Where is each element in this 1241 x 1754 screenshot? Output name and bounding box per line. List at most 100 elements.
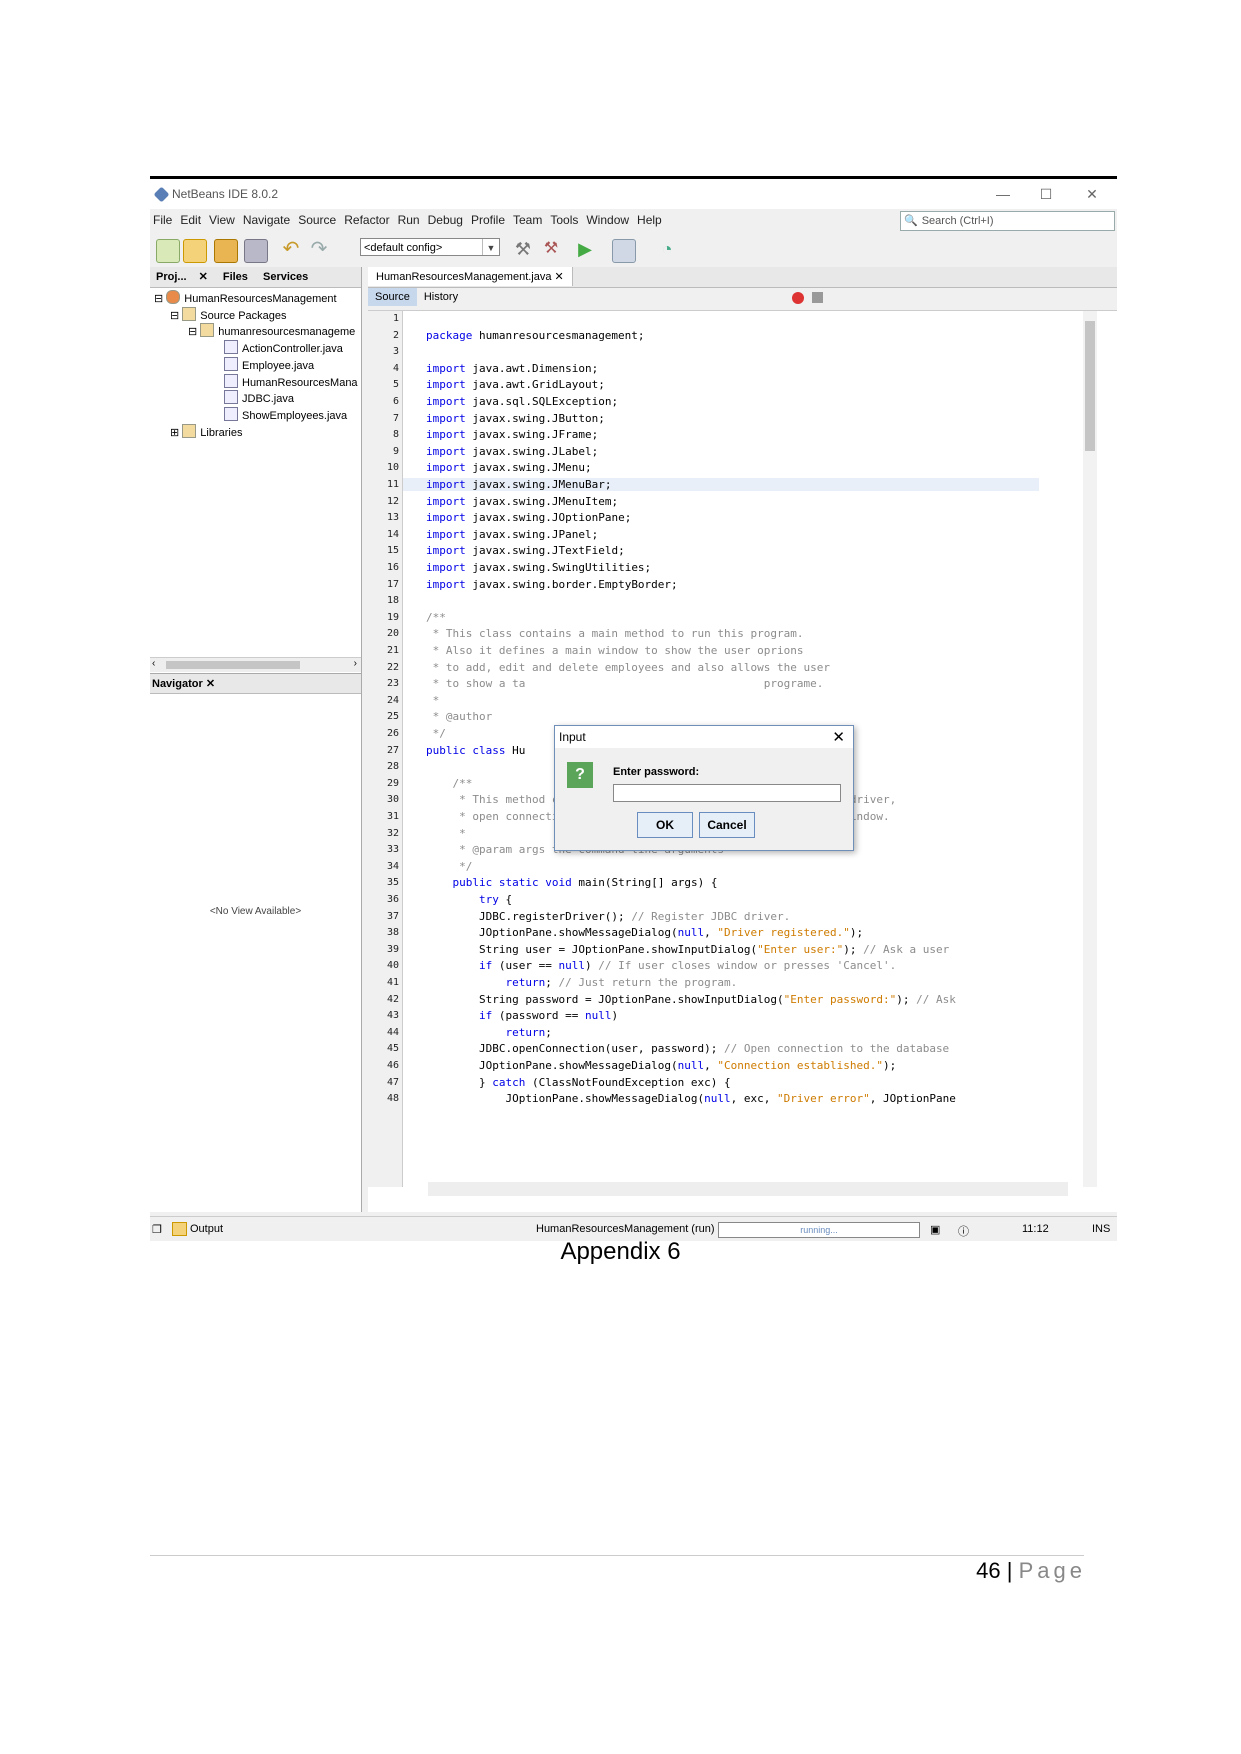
config-value: <default config> <box>364 242 443 254</box>
code-line: JOptionPane.showMessageDialog(null, "Dri… <box>426 926 864 940</box>
search-icon: 🔍 <box>904 215 918 227</box>
tree-file[interactable]: Employee.java <box>224 357 314 372</box>
menu-item[interactable]: File <box>150 209 177 227</box>
undo-icon[interactable]: ↶ <box>280 239 302 261</box>
cancel-button[interactable]: Cancel <box>699 812 755 838</box>
tab-files[interactable]: Files <box>217 268 254 286</box>
menu-item[interactable]: Team <box>510 209 547 227</box>
tree-file-label: ActionController.java <box>242 343 343 355</box>
line-number: 21 <box>386 645 399 656</box>
redo-icon[interactable]: ↷ <box>308 239 330 261</box>
code-line: import javax.swing.JTextField; <box>426 544 625 558</box>
menu-item[interactable]: Tools <box>547 209 583 227</box>
open-project-icon[interactable] <box>214 239 238 263</box>
menu-item[interactable]: Source <box>295 209 341 227</box>
build-icon[interactable]: ⚒ <box>512 239 534 261</box>
expand-icon[interactable]: ⊞ <box>170 427 179 439</box>
run-icon[interactable]: ▶ <box>574 239 596 261</box>
tree-scrollbar[interactable]: ‹ › <box>150 657 361 672</box>
profile-icon[interactable]: ◔ <box>656 239 678 261</box>
code-line: public static void main(String[] args) { <box>452 876 718 890</box>
menu-item[interactable]: Edit <box>177 209 206 227</box>
code-line: */ <box>426 859 473 873</box>
clean-build-icon[interactable]: ⚒ <box>540 239 562 261</box>
tree-file[interactable]: HumanResourcesMana <box>224 374 358 389</box>
menu-item[interactable]: Profile <box>468 209 510 227</box>
menu-item[interactable]: Help <box>634 209 667 227</box>
stop-macro-icon[interactable] <box>812 292 823 303</box>
code-line: * to show a ta programe. <box>426 677 824 691</box>
restore-icon[interactable]: ❐ <box>152 1223 162 1236</box>
tree-file[interactable]: ShowEmployees.java <box>224 407 347 422</box>
code-line: */ <box>426 727 446 740</box>
stop-task-icon[interactable]: ▣ <box>930 1223 940 1236</box>
notifications-icon[interactable]: ⓘ <box>958 1223 969 1239</box>
line-number: 2 <box>392 329 399 341</box>
tab-editor-file[interactable]: HumanResourcesManagement.java ✕ <box>368 267 573 286</box>
password-field[interactable] <box>613 784 841 802</box>
ok-button[interactable]: OK <box>637 812 693 838</box>
output-tab[interactable]: Output <box>190 1223 223 1235</box>
code-line: import javax.swing.border.EmptyBorder; <box>426 577 678 591</box>
config-select[interactable]: <default config> ▼ <box>360 238 500 256</box>
line-number: 3 <box>392 346 399 358</box>
close-icon[interactable]: ✕ <box>206 678 215 690</box>
new-file-icon[interactable] <box>156 239 180 263</box>
tab-projects[interactable]: Proj... <box>150 268 193 286</box>
close-button[interactable]: ✕ <box>1072 183 1112 205</box>
menu-item[interactable]: Refactor <box>341 209 394 227</box>
line-number: 35 <box>386 877 399 889</box>
line-gutter: 1 2 3 4 5 6 7 8 9 10 11 12 13 14 15 16 17 18 19 20 21 22 23 24 2… <box>368 311 403 1187</box>
menu-item[interactable]: Window <box>583 209 634 227</box>
save-all-icon[interactable] <box>244 239 268 263</box>
line-number: 47 <box>386 1076 399 1088</box>
line-number: 19 <box>386 611 399 623</box>
source-button[interactable]: Source <box>368 288 417 306</box>
collapse-icon[interactable]: ⊟ <box>170 310 179 322</box>
record-macro-icon[interactable] <box>792 292 804 304</box>
line-number: 31 <box>386 811 399 822</box>
code-line: JOptionPane.showMessageDialog(null, "Con… <box>426 1059 897 1072</box>
history-button[interactable]: History <box>417 288 465 306</box>
navigator-header: Navigator ✕ <box>150 674 361 694</box>
close-icon[interactable]: ✕ <box>193 267 214 286</box>
scroll-thumb[interactable] <box>1085 321 1095 451</box>
code-line: import java.awt.GridLayout; <box>426 378 605 392</box>
scroll-right-icon[interactable]: › <box>354 658 357 669</box>
scroll-thumb[interactable] <box>166 661 300 669</box>
collapse-icon[interactable]: ⊟ <box>188 326 197 338</box>
tree-project[interactable]: ⊟ HumanResourcesManagement <box>154 290 337 305</box>
menu-item[interactable]: Debug <box>425 209 468 227</box>
line-number: 34 <box>386 860 399 872</box>
caret-position: 11:12 <box>1022 1223 1049 1235</box>
tab-services[interactable]: Services <box>257 268 314 286</box>
running-task: HumanResourcesManagement (run) <box>536 1223 715 1235</box>
page-separator: | <box>1006 1558 1013 1583</box>
new-project-icon[interactable] <box>183 239 207 263</box>
tree-source-packages[interactable]: ⊟ Source Packages <box>170 307 287 322</box>
collapse-icon[interactable]: ⊟ <box>154 293 163 305</box>
menu-item[interactable]: View <box>206 209 240 227</box>
line-number: 33 <box>386 844 399 856</box>
tree-file[interactable]: JDBC.java <box>224 390 294 405</box>
tree-package[interactable]: ⊟ humanresourcesmanageme <box>188 323 355 338</box>
close-icon[interactable]: ✕ <box>555 271 564 283</box>
output-icon <box>172 1222 187 1236</box>
scroll-left-icon[interactable]: ‹ <box>152 658 155 669</box>
code-line: String user = JOptionPane.showInputDialo… <box>426 942 950 956</box>
search-box[interactable]: 🔍 Search (Ctrl+I) <box>900 211 1115 231</box>
tree-libraries[interactable]: ⊞ Libraries <box>170 424 242 439</box>
tree-file-label: JDBC.java <box>242 393 294 405</box>
minimize-button[interactable]: — <box>983 183 1023 205</box>
tree-file[interactable]: ActionController.java <box>224 340 343 355</box>
editor-hscrollbar[interactable] <box>428 1182 1068 1196</box>
question-icon: ? <box>567 762 593 788</box>
editor-vscrollbar[interactable] <box>1083 311 1097 1187</box>
maximize-button[interactable]: ☐ <box>1026 183 1066 205</box>
navigator-empty: <No View Available> <box>209 906 302 917</box>
line-number: 38 <box>386 927 399 939</box>
menu-item[interactable]: Navigate <box>240 209 295 227</box>
dialog-close-icon[interactable]: ✕ <box>832 728 845 746</box>
menu-item[interactable]: Run <box>395 209 425 227</box>
debug-icon[interactable] <box>612 239 636 263</box>
